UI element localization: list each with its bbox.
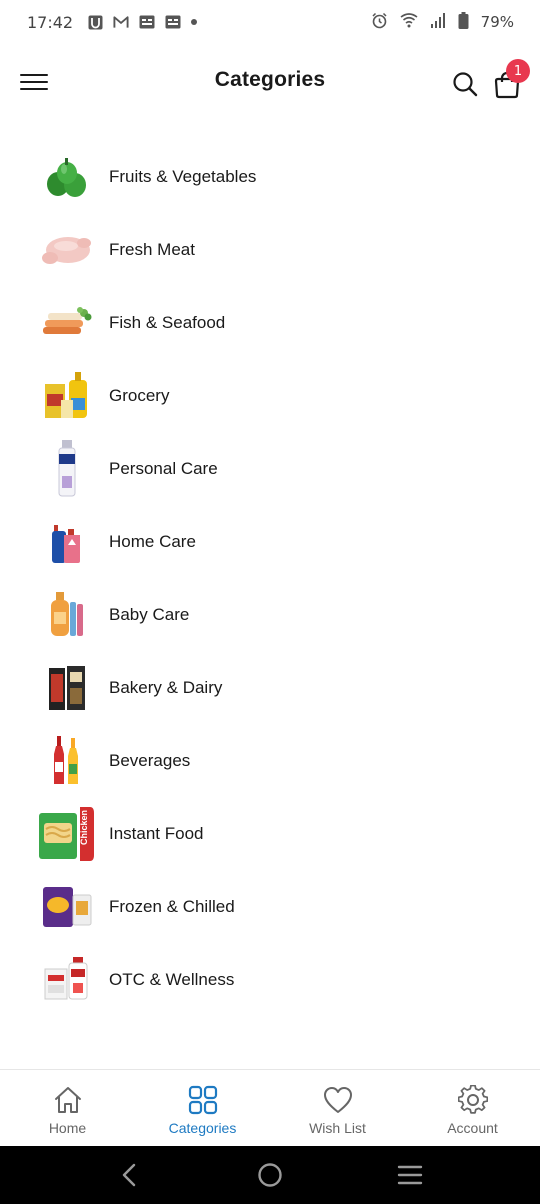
heart-icon [322, 1084, 354, 1116]
home-icon [52, 1084, 84, 1116]
status-left: 17:42 [27, 12, 198, 32]
nav-label: Home [48, 1120, 87, 1136]
category-item-personal-care[interactable]: Personal Care [0, 432, 540, 505]
nav-home[interactable]: Home [0, 1070, 135, 1146]
menu-line [20, 74, 48, 76]
noodle-packs-image: Chicken [38, 805, 96, 863]
back-icon [122, 1163, 136, 1187]
menu-line [20, 81, 48, 83]
more-notifications-dot [191, 19, 198, 25]
battery-percentage: 79% [480, 13, 514, 31]
category-label: Bakery & Dairy [109, 677, 223, 697]
category-label: Fish & Seafood [109, 312, 226, 332]
category-item-frozen-chilled[interactable]: Frozen & Chilled [0, 870, 540, 943]
cart-count-badge: 1 [506, 59, 530, 83]
category-item-home-care[interactable]: Home Care [0, 505, 540, 578]
recents-button[interactable] [390, 1155, 430, 1195]
chicken-image [38, 221, 96, 279]
circle-icon [258, 1163, 282, 1187]
menu-line [20, 88, 48, 90]
system-nav-bar [0, 1146, 540, 1204]
category-label: Fruits & Vegetables [109, 166, 257, 186]
battery-icon [458, 11, 469, 33]
wifi-icon [400, 12, 418, 32]
category-item-fish-seafood[interactable]: Fish & Seafood [0, 286, 540, 359]
category-list: Fruits & Vegetables Fresh Meat Fish & Se [0, 140, 540, 1016]
peppers-image [38, 148, 96, 206]
category-item-beverages[interactable]: Beverages [0, 724, 540, 797]
category-label: Baby Care [109, 604, 190, 624]
nav-label: Categories [168, 1120, 237, 1136]
grocery-image [38, 367, 96, 425]
recents-icon [397, 1165, 423, 1185]
gmail-icon [113, 14, 129, 30]
beverage-bottles-image [38, 732, 96, 790]
nav-wish-list[interactable]: Wish List [270, 1070, 405, 1146]
sim-card-icon [165, 14, 181, 30]
menu-button[interactable] [20, 70, 48, 94]
category-label: Fresh Meat [109, 239, 195, 259]
category-item-instant-food[interactable]: Chicken Instant Food [0, 797, 540, 870]
alarm-icon [371, 12, 388, 33]
category-item-bakery-dairy[interactable]: Bakery & Dairy [0, 651, 540, 724]
nav-categories[interactable]: Categories [135, 1070, 270, 1146]
u-app-icon [87, 14, 103, 30]
grid-icon [187, 1084, 219, 1116]
search-icon [453, 72, 478, 97]
category-label: Grocery [109, 385, 170, 405]
frozen-snacks-image [38, 878, 96, 936]
category-label: Frozen & Chilled [109, 896, 235, 916]
fish-image [38, 294, 96, 352]
spray-can-image [38, 439, 96, 498]
search-button[interactable] [451, 70, 479, 98]
category-item-otc-wellness[interactable]: OTC & Wellness [0, 943, 540, 1016]
cleaner-bottles-image [38, 513, 96, 571]
nav-label: Account [447, 1120, 498, 1136]
category-item-grocery[interactable]: Grocery [0, 359, 540, 432]
status-bar: 17:42 79% [0, 0, 540, 44]
nav-account[interactable]: Account [405, 1070, 540, 1146]
app-header: Categories [0, 44, 540, 122]
bakery-dairy-image [38, 659, 96, 717]
nav-label: Wish List [309, 1120, 366, 1136]
back-button[interactable] [110, 1155, 150, 1195]
category-item-fruits-vegetables[interactable]: Fruits & Vegetables [0, 140, 540, 213]
svg-text:Chicken: Chicken [79, 809, 89, 844]
home-system-button[interactable] [250, 1155, 290, 1195]
baby-products-image [38, 586, 96, 644]
category-label: Home Care [109, 531, 196, 551]
status-right: 79% [371, 11, 514, 33]
category-item-baby-care[interactable]: Baby Care [0, 578, 540, 651]
signal-icon [430, 12, 446, 32]
sim-card-icon [139, 14, 155, 30]
category-label: Personal Care [109, 458, 218, 478]
wellness-products-image [38, 951, 96, 1009]
status-time: 17:42 [27, 12, 74, 32]
category-label: Instant Food [109, 823, 204, 843]
gear-icon [457, 1084, 489, 1116]
category-item-fresh-meat[interactable]: Fresh Meat [0, 213, 540, 286]
bottom-nav: Home Categories Wish List Account [0, 1069, 540, 1146]
category-label: Beverages [109, 750, 191, 770]
category-label: OTC & Wellness [109, 969, 235, 989]
